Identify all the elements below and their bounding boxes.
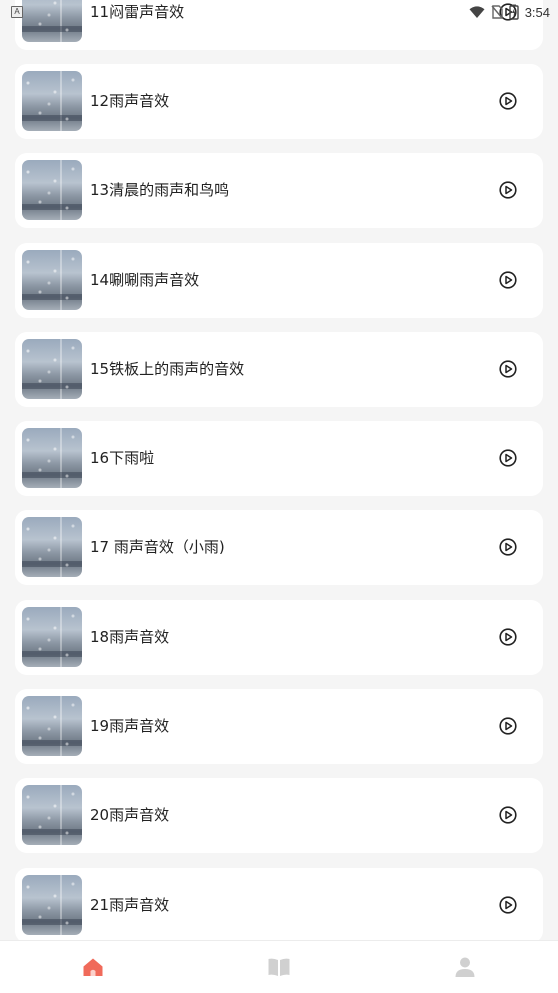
track-title: 21雨声音效 (90, 896, 170, 914)
track-card[interactable]: 21雨声音效 (15, 868, 543, 943)
track-title: 17 雨声音效（小雨) (90, 538, 225, 556)
track-title: 16下雨啦 (90, 449, 155, 467)
bottom-nav (0, 940, 558, 993)
track-thumbnail (22, 696, 82, 756)
track-thumbnail (22, 250, 82, 310)
book-icon[interactable] (267, 955, 291, 979)
track-thumbnail (22, 607, 82, 667)
track-card[interactable]: 14唰唰雨声音效 (15, 243, 543, 318)
track-title: 12雨声音效 (90, 92, 170, 110)
home-icon[interactable] (81, 955, 105, 979)
track-thumbnail (22, 71, 82, 131)
track-title: 19雨声音效 (90, 717, 170, 735)
status-bar: A 3:54 (0, 0, 558, 24)
play-icon[interactable] (499, 360, 517, 378)
play-icon[interactable] (499, 92, 517, 110)
track-title: 15铁板上的雨声的音效 (90, 360, 245, 378)
battery-charging-icon (508, 4, 519, 20)
status-time: 3:54 (524, 4, 550, 20)
track-thumbnail (22, 160, 82, 220)
wifi-icon (469, 5, 485, 18)
play-icon[interactable] (499, 449, 517, 467)
notification-icon: A (11, 6, 23, 18)
track-card[interactable]: 15铁板上的雨声的音效 (15, 332, 543, 407)
play-icon[interactable] (499, 538, 517, 556)
no-sim-icon (491, 5, 503, 19)
track-title: 13清晨的雨声和鸟鸣 (90, 181, 230, 199)
track-thumbnail (22, 339, 82, 399)
track-title: 14唰唰雨声音效 (90, 271, 200, 289)
profile-icon[interactable] (453, 955, 477, 979)
track-title: 18雨声音效 (90, 628, 170, 646)
track-card[interactable]: 17 雨声音效（小雨) (15, 510, 543, 585)
track-thumbnail (22, 875, 82, 935)
track-card[interactable]: 20雨声音效 (15, 778, 543, 853)
play-icon[interactable] (499, 717, 517, 735)
track-thumbnail (22, 517, 82, 577)
play-icon[interactable] (499, 181, 517, 199)
play-icon[interactable] (499, 896, 517, 914)
track-card[interactable]: 18雨声音效 (15, 600, 543, 675)
play-icon[interactable] (499, 628, 517, 646)
track-card[interactable]: 13清晨的雨声和鸟鸣 (15, 153, 543, 228)
play-icon[interactable] (499, 271, 517, 289)
track-card[interactable]: 19雨声音效 (15, 689, 543, 764)
status-icons: 3:54 (469, 4, 550, 20)
track-thumbnail (22, 785, 82, 845)
track-thumbnail (22, 428, 82, 488)
track-card[interactable]: 16下雨啦 (15, 421, 543, 496)
play-icon[interactable] (499, 806, 517, 824)
track-card[interactable]: 12雨声音效 (15, 64, 543, 139)
track-title: 20雨声音效 (90, 806, 170, 824)
